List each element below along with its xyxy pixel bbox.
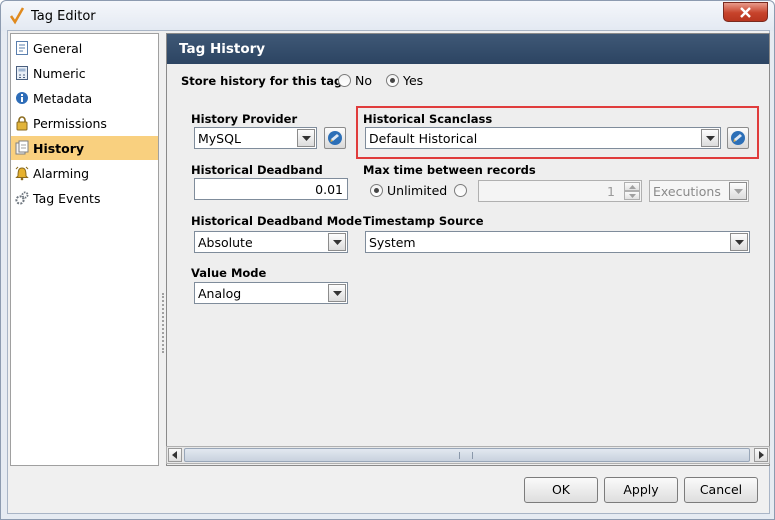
edit-history-provider-button[interactable] — [324, 127, 346, 149]
historical-deadband-field[interactable]: 0.01 — [194, 178, 348, 200]
historical-scanclass-value: Default Historical — [369, 131, 478, 146]
apply-button[interactable]: Apply — [604, 477, 678, 503]
sidebar-item-numeric[interactable]: Numeric — [11, 61, 158, 85]
deadband-mode-label: Historical Deadband Mode — [191, 214, 363, 228]
tag-editor-icon — [9, 7, 25, 25]
tag-history-panel: Tag History Store history for this tag: … — [166, 33, 770, 466]
sidebar-item-label: General — [33, 41, 83, 56]
store-history-no-radio[interactable] — [338, 74, 351, 87]
value-mode-value: Analog — [198, 286, 242, 301]
edit-scanclass-button[interactable] — [727, 127, 749, 149]
tag-editor-window: Tag Editor General Numeric Metadata Perm… — [0, 0, 775, 520]
close-button[interactable] — [723, 2, 768, 22]
sidebar-item-general[interactable]: General — [11, 36, 158, 60]
sidebar-item-permissions[interactable]: Permissions — [11, 111, 158, 135]
history-provider-value: MySQL — [198, 131, 241, 146]
deadband-mode-select[interactable]: Absolute — [194, 231, 348, 253]
window-title: Tag Editor — [31, 9, 96, 24]
sidebar-item-tag-events[interactable]: Tag Events — [11, 186, 158, 210]
history-provider-select[interactable]: MySQL — [194, 127, 317, 149]
count-spinner[interactable] — [624, 182, 640, 200]
max-time-unit-select[interactable]: Executions — [649, 180, 749, 202]
sidebar-item-label: Tag Events — [33, 191, 101, 206]
chevron-down-icon[interactable] — [328, 284, 346, 302]
sidebar-nav: General Numeric Metadata Permissions His… — [10, 33, 159, 466]
panel-header: Tag History — [167, 34, 769, 64]
historical-deadband-value: 0.01 — [315, 182, 343, 197]
chevron-down-icon[interactable] — [701, 129, 719, 147]
lock-icon — [16, 116, 28, 131]
sidebar-item-alarming[interactable]: Alarming — [11, 161, 158, 185]
store-history-no-label: No — [355, 73, 372, 88]
cancel-button[interactable]: Cancel — [684, 477, 758, 503]
value-mode-label: Value Mode — [191, 266, 267, 280]
historical-deadband-label: Historical Deadband — [191, 163, 323, 177]
sidebar-item-label: Numeric — [33, 66, 86, 81]
scroll-right-button[interactable] — [754, 448, 768, 462]
sidebar-item-label: History — [33, 141, 85, 156]
store-history-yes-radio[interactable] — [386, 74, 399, 87]
info-icon — [16, 92, 28, 104]
value-mode-select[interactable]: Analog — [194, 282, 348, 304]
horizontal-scrollbar[interactable] — [166, 446, 770, 464]
chevron-down-icon[interactable] — [729, 182, 747, 200]
historical-scanclass-label: Historical Scanclass — [363, 112, 493, 126]
max-time-limited-radio[interactable] — [454, 184, 467, 197]
max-time-label: Max time between records — [363, 163, 536, 177]
chevron-down-icon[interactable] — [297, 129, 315, 147]
store-history-label: Store history for this tag: — [181, 74, 347, 88]
close-icon — [740, 7, 751, 18]
numeric-icon — [16, 66, 28, 80]
gears-icon — [15, 191, 29, 205]
panel-title: Tag History — [179, 41, 266, 57]
ok-button[interactable]: OK — [524, 477, 598, 503]
historical-scanclass-select[interactable]: Default Historical — [365, 127, 721, 149]
chevron-down-icon[interactable] — [328, 233, 346, 251]
title-bar: Tag Editor — [1, 1, 774, 31]
max-time-unlimited-label: Unlimited — [387, 183, 448, 198]
max-time-count-value: 1 — [607, 184, 615, 199]
timestamp-source-label: Timestamp Source — [363, 214, 484, 228]
timestamp-source-value: System — [369, 235, 416, 250]
document-icon — [16, 41, 28, 55]
store-history-yes-label: Yes — [403, 73, 424, 88]
scroll-left-button[interactable] — [168, 448, 182, 462]
sidebar-item-label: Alarming — [33, 166, 90, 181]
history-icon — [15, 140, 29, 155]
sidebar-item-label: Metadata — [33, 91, 93, 106]
history-provider-label: History Provider — [191, 112, 298, 126]
sidebar-item-history[interactable]: History — [11, 136, 158, 160]
scrollbar-thumb[interactable] — [184, 448, 750, 462]
database-edit-icon — [328, 131, 342, 145]
chevron-down-icon[interactable] — [730, 233, 748, 251]
timestamp-source-select[interactable]: System — [365, 231, 750, 253]
max-time-count-field[interactable]: 1 — [478, 180, 642, 202]
dialog-body: General Numeric Metadata Permissions His… — [7, 30, 770, 514]
bell-icon — [15, 166, 29, 181]
max-time-unit-value: Executions — [653, 184, 721, 199]
deadband-mode-value: Absolute — [198, 235, 253, 250]
sidebar-item-metadata[interactable]: Metadata — [11, 86, 158, 110]
database-edit-icon — [731, 131, 745, 145]
sidebar-item-label: Permissions — [33, 116, 107, 131]
max-time-unlimited-radio[interactable] — [370, 184, 383, 197]
